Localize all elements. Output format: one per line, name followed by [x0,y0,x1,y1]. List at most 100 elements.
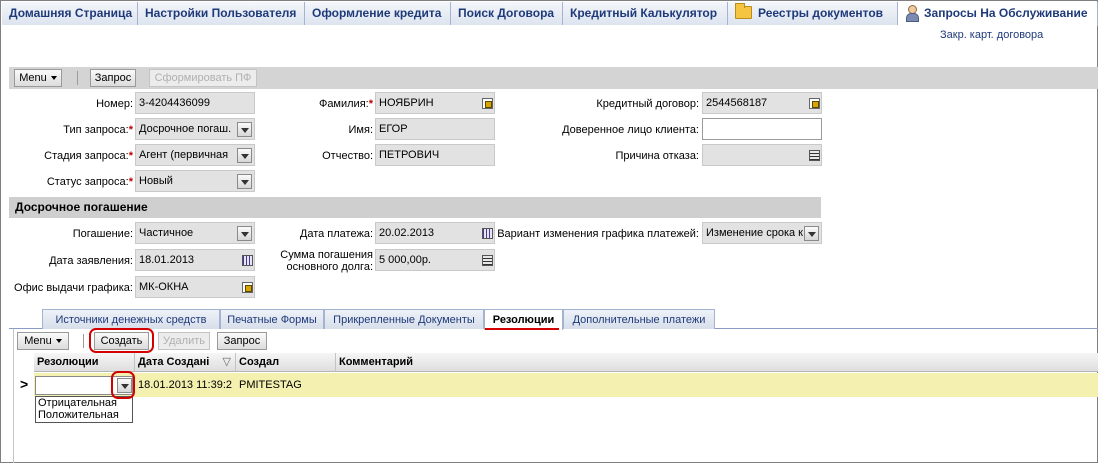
tab-attached-documents[interactable]: Прикрепленные Документы [324,309,484,329]
credit-contract-value: 2544568187 [706,97,768,109]
required-mark: * [368,98,373,110]
picker-icon[interactable] [242,282,253,293]
tab-home[interactable]: Домашняя Страница [2,2,138,25]
calculator-icon[interactable] [482,255,493,266]
calendar-icon[interactable] [482,228,493,239]
request-stage-value: Агент (первичная [139,149,229,161]
section-header: Досрочное погашение [9,197,821,218]
principal-sum-field[interactable]: 5 000,00р. [375,249,495,271]
tab-funding-sources[interactable]: Источники денежных средств [42,309,220,329]
detail-tab-bar: Источники денежных средств Печатные Форм… [9,309,1098,330]
dropdown-option[interactable]: Отрицательная [38,397,132,409]
tab-service-requests-label: Запросы На Обслуживание [924,6,1088,20]
application-date-label: Дата заявления: [49,255,133,267]
tab-credit-registration[interactable]: Оформление кредита [305,2,451,25]
credit-contract-field[interactable]: 2544568187 [702,92,822,114]
dropdown-arrow-icon[interactable] [237,174,252,189]
create-button[interactable]: Создать [94,332,149,350]
request-button[interactable]: Запрос [90,69,136,87]
schedule-office-field[interactable]: МК-ОКНА [135,276,255,298]
schedule-change-label: Вариант изменения графика платежей: [497,228,699,240]
sort-icon: ▽ [222,356,231,368]
resolution-dropdown-list: Отрицательная Положительная [35,396,133,423]
main-tab-bar: Домашняя Страница Настройки Пользователя… [2,2,1098,26]
tab-print-forms[interactable]: Печатные Формы [220,309,324,329]
form-toolbar: Menu Запрос Сформировать ПФ [9,67,1098,89]
request-stage-select[interactable]: Агент (первичная [135,144,255,166]
tab-document-registers[interactable]: Реестры документов [728,2,898,25]
request-type-select[interactable]: Досрочное погаш. [135,118,255,140]
dropdown-arrow-icon[interactable] [804,226,819,241]
chevron-down-icon [55,339,62,344]
refusal-reason-field[interactable] [702,144,822,166]
patronymic-label: Отчество: [322,150,373,162]
number-field[interactable]: 3-4204436099 [135,92,255,114]
dropdown-arrow-icon[interactable] [237,226,252,241]
patronymic-field[interactable]: ПЕТРОВИЧ [375,144,495,166]
grid-menu-label: Menu [24,335,52,347]
request-status-select[interactable]: Новый [135,170,255,192]
close-contract-card-link[interactable]: Закр. карт. договора [940,29,1043,41]
request-status-label: Статус запроса:* [21,176,133,188]
resolution-select[interactable] [35,376,133,395]
picker-icon[interactable] [809,98,820,109]
created-by-cell: PMITESTAG [239,379,302,391]
request-status-value: Новый [139,175,173,187]
request-type-label: Тип запроса:* [21,124,133,136]
payment-date-field[interactable]: 20.02.2013 [375,222,495,244]
dropdown-option[interactable]: Положительная [38,409,132,421]
tab-credit-calculator[interactable]: Кредитный Калькулятор [563,2,728,25]
credit-contract-label: Кредитный договор: [596,98,699,110]
tab-user-settings[interactable]: Настройки Пользователя [138,2,305,25]
dropdown-arrow-icon[interactable] [237,148,252,163]
column-header-comment[interactable]: Комментарий [336,353,1098,372]
picker-icon[interactable] [482,98,493,109]
column-header-resolution[interactable]: Резолюции [34,353,135,372]
grid-menu-button[interactable]: Menu [17,332,69,350]
trusted-person-field[interactable] [702,118,822,140]
tab-contract-search[interactable]: Поиск Договора [451,2,563,25]
chevron-down-icon [50,76,57,81]
current-row-icon: > [20,376,29,392]
repayment-select[interactable]: Частичное [135,222,255,244]
tab-resolutions[interactable]: Резолюции [484,309,563,330]
surname-value: НОЯБРИН [379,97,434,109]
delete-button[interactable]: Удалить [158,332,210,350]
required-mark: * [128,150,133,162]
folder-icon [735,2,752,19]
surname-field[interactable]: НОЯБРИН [375,92,495,114]
form-pf-button[interactable]: Сформировать ПФ [149,69,257,87]
column-header-created-date[interactable]: Дата Создані ▽ [135,353,236,372]
tab-additional-payments[interactable]: Дополнительные платежи [563,309,715,329]
payment-date-label: Дата платежа: [299,228,373,240]
schedule-office-label: Офис выдачи графика: [14,282,133,294]
toolbar-divider [83,334,84,348]
principal-sum-label-line2: основного долга: [286,261,373,273]
dropdown-arrow-icon[interactable] [117,378,132,393]
toolbar-divider [77,71,78,85]
principal-sum-value: 5 000,00р. [379,254,431,266]
menu-button-label: Menu [19,72,47,84]
grid-request-button[interactable]: Запрос [217,332,267,350]
request-stage-label-text: Стадия запроса: [44,150,129,162]
menu-button[interactable]: Menu [14,69,62,87]
calendar-icon[interactable] [242,255,253,266]
repayment-value: Частичное [139,227,194,239]
principal-sum-label-line1: Сумма погашения [280,249,373,261]
name-label: Имя: [348,124,373,136]
app-window: Домашняя Страница Настройки Пользователя… [0,0,1098,463]
person-icon [905,4,919,22]
principal-sum-label: Сумма погашения основного долга: [261,249,373,273]
application-date-value: 18.01.2013 [139,254,195,266]
created-date-cell: 18.01.2013 11:39:2 [138,379,232,391]
request-stage-label: Стадия запроса:* [21,150,133,162]
column-header-created-by[interactable]: Создал [236,353,336,372]
list-icon[interactable] [809,150,820,161]
tab-document-registers-label: Реестры документов [758,6,884,20]
schedule-change-select[interactable]: Изменение срока к [702,222,822,244]
dropdown-arrow-icon[interactable] [237,122,252,137]
tab-service-requests[interactable]: Запросы На Обслуживание [898,2,1098,26]
repayment-label: Погашение: [72,228,133,240]
name-field[interactable]: ЕГОР [375,118,495,140]
application-date-field[interactable]: 18.01.2013 [135,249,255,271]
